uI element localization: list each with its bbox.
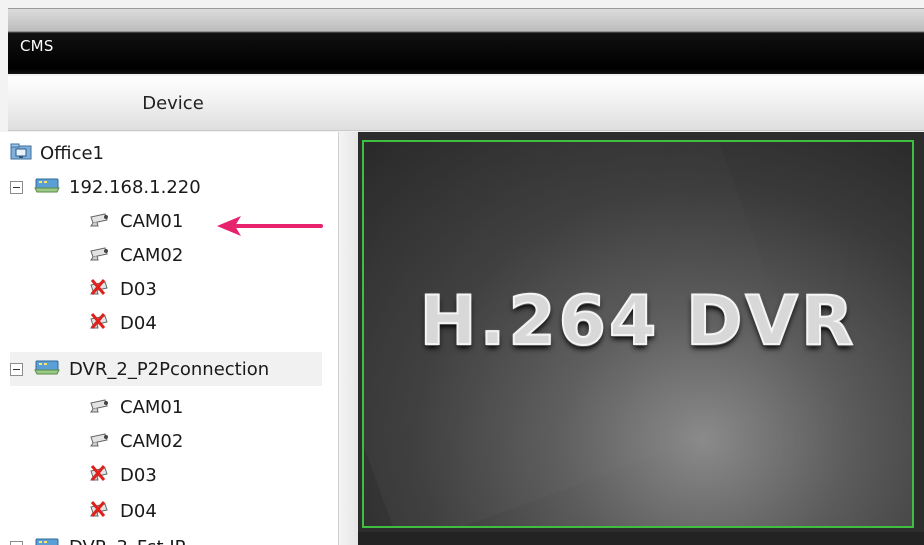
tree-node-label: D03 [120,464,157,486]
tree-node-camera[interactable]: CAM02 [88,238,183,272]
camera-offline-icon [88,500,112,523]
tree-node-camera-offline[interactable]: D03 [88,458,157,492]
tree-node-label: CAM02 [120,244,184,266]
window-title: CMS [20,37,54,55]
tree-node-label: CAM01 [120,210,184,232]
tree-node-camera[interactable]: CAM01 [88,204,183,238]
folder-computer-icon [10,142,32,165]
tree-node-camera-offline[interactable]: D04 [88,494,157,528]
tree-node-label: DVR_2_P2Pconnection [69,358,270,380]
tree-node-label: DVR_3_Fst IP [69,537,186,545]
title-bar[interactable]: CMS [8,8,924,74]
device-tree: Office1 192.168.1.220 CAM01 CAM02 D03 D0… [0,132,338,545]
camera-offline-icon [88,278,112,301]
tree-node-dvr[interactable]: DVR_2_P2Pconnection [10,352,322,386]
collapse-toggle-icon[interactable] [10,362,23,376]
tree-node-label: D04 [120,500,157,522]
video-logo-text: H.264 DVR [419,281,857,362]
collapse-toggle-icon[interactable] [10,180,23,194]
camera-offline-icon [88,464,112,487]
tree-node-label: 192.168.1.220 [69,176,201,198]
camera-icon [88,245,112,266]
tree-node-label: Office1 [40,142,104,164]
tree-node-label: D04 [120,312,157,334]
dvr-device-icon [33,176,61,199]
tab-device[interactable]: Device [8,76,338,131]
tree-node-dvr[interactable]: DVR_3_Fst IP [10,530,186,545]
dvr-device-icon [33,358,61,381]
collapse-toggle-icon[interactable] [10,540,23,545]
camera-icon [88,431,112,452]
video-bottom-strip [358,532,924,545]
camera-icon [88,211,112,232]
panel-splitter[interactable] [338,132,358,545]
camera-icon [88,397,112,418]
tree-node-camera[interactable]: CAM01 [88,390,183,424]
video-panel: H.264 DVR [358,132,924,545]
tree-node-camera[interactable]: CAM02 [88,424,183,458]
cms-window: CMS Device Office1 192.168.1.220 CAM01 C… [0,0,924,545]
tree-node-label: D03 [120,278,157,300]
tab-bar: Device [8,76,924,131]
video-channel-1[interactable]: H.264 DVR [362,140,914,528]
tree-node-label: CAM01 [120,396,184,418]
camera-offline-icon [88,312,112,335]
tree-node-camera-offline[interactable]: D03 [88,272,157,306]
tree-node-camera-offline[interactable]: D04 [88,306,157,340]
tree-node-label: CAM02 [120,430,184,452]
annotation-arrow-icon [215,214,325,242]
dvr-device-icon [33,536,61,545]
tree-root-office[interactable]: Office1 [10,136,104,170]
tree-node-dvr[interactable]: 192.168.1.220 [10,170,201,204]
